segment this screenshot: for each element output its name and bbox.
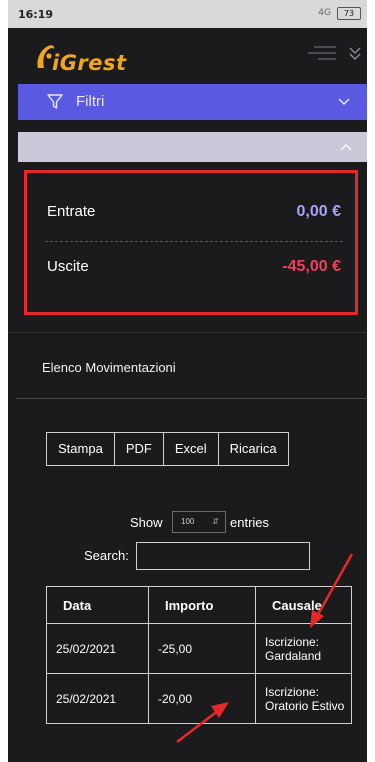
entries-label: entries <box>230 515 270 530</box>
cell-data: 25/02/2021 <box>46 623 149 674</box>
uscite-label: Uscite <box>47 258 89 275</box>
logo-text: iGrest <box>52 51 127 75</box>
summary-divider <box>45 241 343 242</box>
filter-toggle-bar[interactable]: Filtri <box>18 84 367 120</box>
movimentazioni-table: Data Importo Causale 25/02/2021 -25,00 I… <box>46 586 352 724</box>
chevron-down-icon <box>338 98 350 106</box>
filter-icon <box>47 94 63 109</box>
stampa-button[interactable]: Stampa <box>47 433 115 465</box>
battery-icon: 73 <box>337 7 361 20</box>
table-row[interactable]: 25/02/2021 -20,00 Iscrizione: Oratorio E… <box>46 673 352 724</box>
entrate-value: 0,00 € <box>296 203 341 220</box>
app-header: iGrest <box>8 28 367 84</box>
entries-select[interactable]: 100 ⇵ <box>172 511 226 533</box>
cell-causale: Iscrizione: Oratorio Estivo <box>255 673 352 724</box>
ricarica-button[interactable]: Ricarica <box>218 433 288 465</box>
status-time: 16:19 <box>18 8 54 21</box>
search-input[interactable] <box>136 542 310 570</box>
cell-data: 25/02/2021 <box>46 673 149 724</box>
app-screen: iGrest Filtri Entrate 0,00 € Uscite -45,… <box>8 28 367 762</box>
entries-select-value: 100 <box>181 517 195 526</box>
cell-causale: Iscrizione: Gardaland <box>255 623 352 674</box>
table-row[interactable]: 25/02/2021 -25,00 Iscrizione: Gardaland <box>46 623 352 674</box>
collapse-toggle-bar[interactable] <box>18 132 367 162</box>
balance-summary: Entrate 0,00 € Uscite -45,00 € <box>24 170 358 315</box>
select-arrows-icon: ⇵ <box>212 517 219 526</box>
column-header-causale[interactable]: Causale <box>255 586 352 624</box>
double-chevron-down-icon[interactable] <box>348 44 362 64</box>
entrate-label: Entrate <box>47 203 96 220</box>
uscite-row: Uscite -45,00 € <box>47 258 341 275</box>
cell-importo: -25,00 <box>148 623 256 674</box>
show-label: Show <box>130 515 163 530</box>
table-header-row: Data Importo Causale <box>46 586 352 624</box>
search-label: Search: <box>84 548 129 563</box>
signal-indicator: 4G <box>318 8 331 18</box>
entrate-row: Entrate 0,00 € <box>47 203 341 220</box>
export-button-group: Stampa PDF Excel Ricarica <box>46 432 289 466</box>
cell-importo: -20,00 <box>148 673 256 724</box>
column-header-data[interactable]: Data <box>46 586 149 624</box>
filter-label: Filtri <box>76 93 105 110</box>
left-margin <box>0 0 8 762</box>
panel-divider <box>8 332 367 333</box>
column-header-importo[interactable]: Importo <box>148 586 256 624</box>
status-bar: 16:19 4G 73 <box>8 0 367 28</box>
uscite-value: -45,00 € <box>282 258 341 275</box>
pdf-button[interactable]: PDF <box>114 433 164 465</box>
section-title: Elenco Movimentazioni <box>42 360 176 375</box>
excel-button[interactable]: Excel <box>163 433 219 465</box>
menu-icon[interactable] <box>308 46 336 64</box>
title-divider <box>16 398 367 399</box>
chevron-up-icon <box>340 144 352 151</box>
